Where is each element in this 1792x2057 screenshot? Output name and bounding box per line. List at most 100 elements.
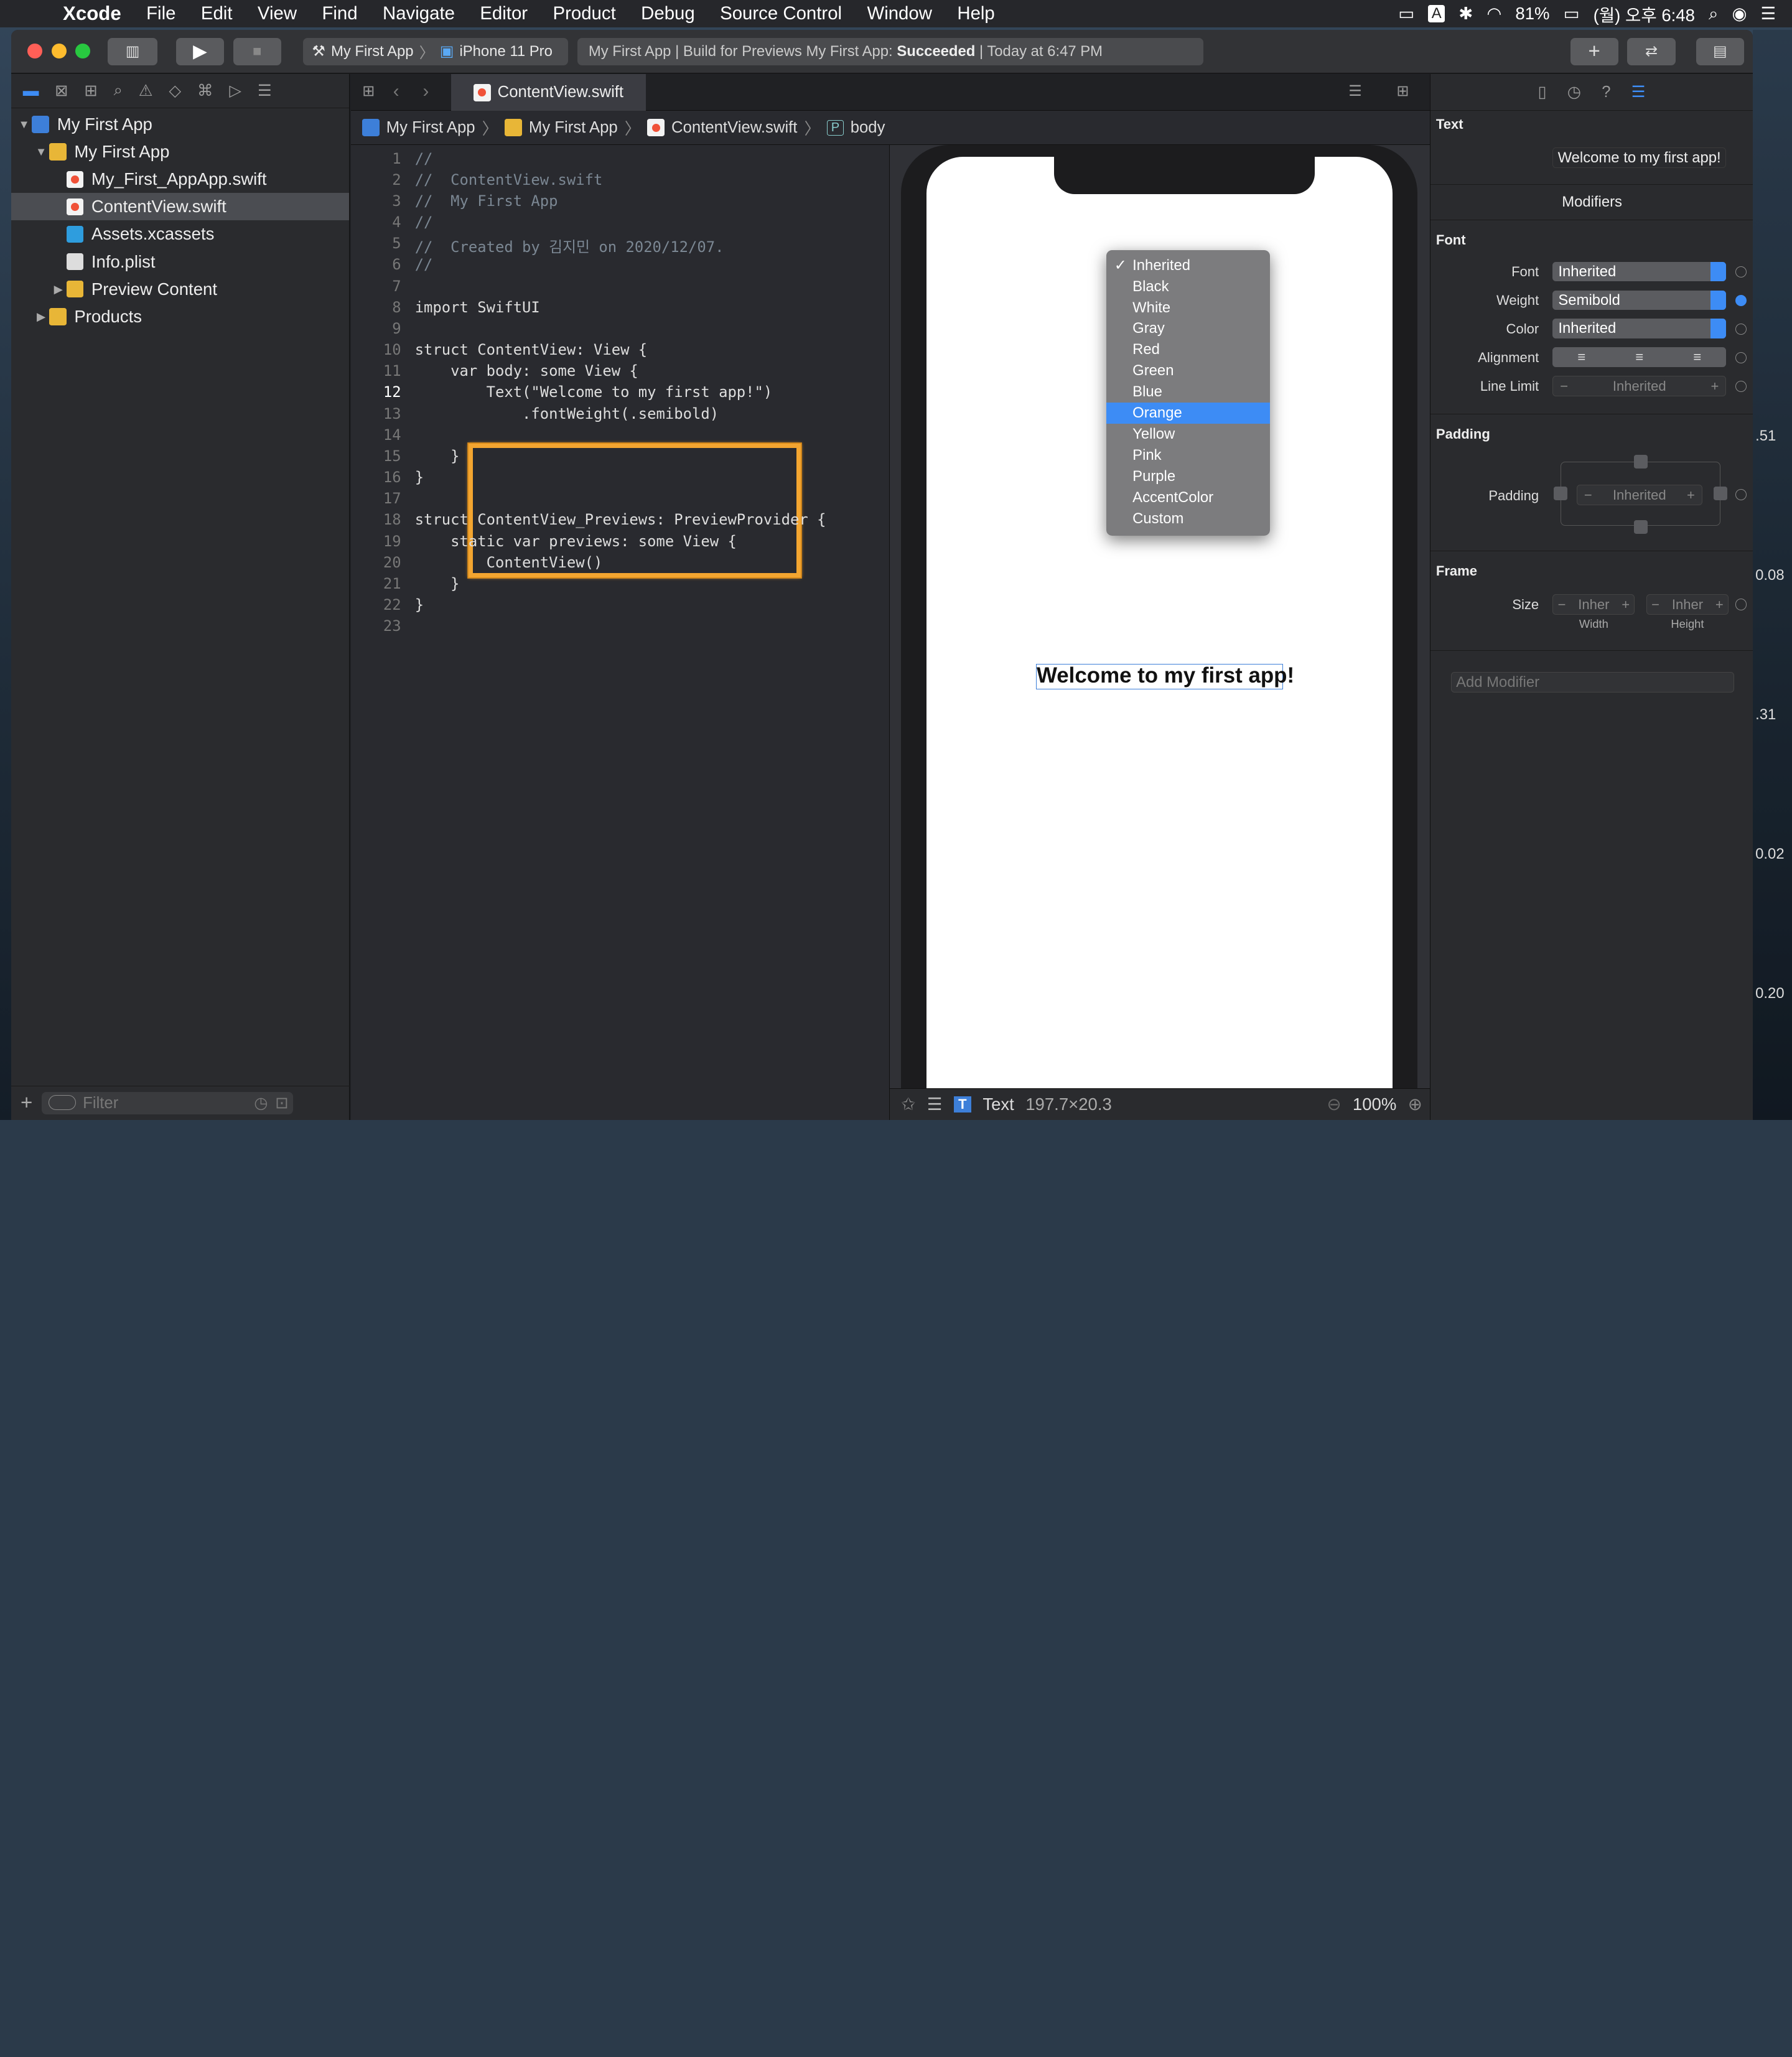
height-stepper[interactable]: − Inher + <box>1646 594 1729 615</box>
search-icon[interactable]: ⌕ <box>114 82 123 100</box>
bluetooth-icon[interactable]: ✱ <box>1458 4 1473 24</box>
code-line[interactable]: struct ContentView: View { <box>415 341 647 358</box>
color-menu-item-green[interactable]: Green <box>1106 360 1270 381</box>
text-content-field[interactable]: Welcome to my first app! <box>1552 147 1727 168</box>
notification-center-icon[interactable]: ☰ <box>1761 4 1776 24</box>
source-control-filter-icon[interactable]: ⊡ <box>275 1092 289 1115</box>
plus-icon[interactable]: + <box>1622 595 1630 614</box>
symbol-icon[interactable]: ⊞ <box>84 82 98 100</box>
source-editor[interactable]: 1 // 2 // ContentView.swift 3 // My First App… <box>351 145 888 1120</box>
code-line[interactable]: import SwiftUI <box>415 299 540 316</box>
spotlight-icon[interactable]: ⌕ <box>1709 4 1718 24</box>
filter-options-icon[interactable] <box>49 1095 77 1110</box>
scheme-selector[interactable]: ⚒ My First App 〉 ▣ iPhone 11 Pro <box>302 37 568 65</box>
padding-bottom-checkbox[interactable] <box>1633 520 1648 534</box>
airplay-icon[interactable]: ▭ <box>1398 4 1414 24</box>
code-line[interactable]: // ContentView.swift <box>415 171 603 189</box>
code-line[interactable]: var body: some View { <box>415 362 638 380</box>
color-menu-item-red[interactable]: Red <box>1106 339 1270 360</box>
color-modifier-toggle[interactable] <box>1735 323 1747 335</box>
width-stepper[interactable]: − Inher + <box>1552 594 1635 615</box>
file-inspector-icon[interactable]: ▯ <box>1538 83 1547 101</box>
navigator-filter-field[interactable]: Filter ◷ ⊡ <box>42 1091 294 1115</box>
minus-icon[interactable]: − <box>1651 595 1659 614</box>
padding-trailing-checkbox[interactable] <box>1714 487 1728 501</box>
back-icon[interactable]: ‹ <box>393 81 399 102</box>
padding-stepper[interactable]: − Inherited + <box>1576 484 1702 505</box>
color-menu-item-blue[interactable]: Blue <box>1106 381 1270 403</box>
minus-icon[interactable]: − <box>1560 376 1568 396</box>
history-inspector-icon[interactable]: ◷ <box>1567 83 1581 101</box>
color-menu-item-black[interactable]: Black <box>1106 276 1270 297</box>
settings-sliders-icon[interactable]: ☰ <box>927 1094 943 1114</box>
align-left-icon[interactable]: ≡ <box>1577 349 1585 365</box>
warning-icon[interactable]: ⚠ <box>139 82 153 100</box>
color-menu-item-accentcolor[interactable]: AccentColor <box>1106 487 1270 508</box>
plus-icon[interactable]: + <box>1687 485 1695 505</box>
color-menu-item-custom[interactable]: Custom <box>1106 508 1270 529</box>
alignment-segmented-control[interactable]: ≡ ≡ ≡ <box>1552 347 1727 367</box>
line-limit-stepper[interactable]: − Inherited + <box>1552 376 1727 397</box>
code-line[interactable]: } <box>415 469 424 486</box>
minus-icon[interactable]: − <box>1584 485 1592 505</box>
test-icon[interactable]: ◇ <box>169 82 181 100</box>
tree-item-group[interactable]: ▶ Preview Content <box>11 276 349 303</box>
frame-modifier-toggle[interactable] <box>1735 599 1747 610</box>
add-editor-icon[interactable]: ⊞ <box>1396 82 1409 100</box>
menu-editor[interactable]: Editor <box>467 3 540 24</box>
line-limit-modifier-toggle[interactable] <box>1735 380 1747 392</box>
menu-source-control[interactable]: Source Control <box>707 3 854 24</box>
minimize-window-button[interactable] <box>51 43 67 58</box>
padding-top-checkbox[interactable] <box>1633 454 1648 469</box>
input-source-icon[interactable]: A <box>1428 5 1445 23</box>
disclosure-open-icon[interactable]: ▼ <box>33 145 49 159</box>
tab-contentview-swift[interactable]: ContentView.swift <box>451 74 646 111</box>
tree-item-file[interactable]: Assets.xcassets <box>11 220 349 248</box>
menu-edit[interactable]: Edit <box>189 3 245 24</box>
color-menu-item-inherited[interactable]: ✓ Inherited <box>1106 255 1270 276</box>
color-menu-item-yellow[interactable]: Yellow <box>1106 424 1270 445</box>
color-menu-item-gray[interactable]: Gray <box>1106 318 1270 339</box>
code-line[interactable]: } <box>415 447 459 465</box>
code-line[interactable]: .fontWeight(.semibold) <box>415 405 719 422</box>
tree-item-group[interactable]: ▼ My First App <box>11 138 349 166</box>
code-line[interactable]: // Created by 김지민 on 2020/12/07. <box>415 235 724 256</box>
preview-text-label[interactable]: Welcome to my first app! <box>1036 664 1294 689</box>
alignment-modifier-toggle[interactable] <box>1735 352 1747 364</box>
padding-leading-checkbox[interactable] <box>1554 487 1568 501</box>
toggle-inspector-button[interactable]: ▤ <box>1696 37 1744 65</box>
plus-icon[interactable]: + <box>1715 595 1724 614</box>
disclosure-closed-icon[interactable]: ▶ <box>33 310 49 324</box>
code-line[interactable]: } <box>415 596 424 613</box>
tree-item-group[interactable]: ▶ Products <box>11 303 349 330</box>
code-line[interactable]: // My First App <box>415 192 558 210</box>
editor-options-icon[interactable]: ☰ <box>1348 82 1361 100</box>
close-window-button[interactable] <box>27 43 42 58</box>
menu-product[interactable]: Product <box>540 3 628 24</box>
menu-debug[interactable]: Debug <box>628 3 707 24</box>
breadcrumb-file[interactable]: ContentView.swift <box>671 119 797 137</box>
breadcrumb-project[interactable]: My First App <box>386 119 475 137</box>
plus-icon[interactable]: + <box>1711 376 1719 396</box>
code-review-button[interactable]: ⇄ <box>1627 37 1676 65</box>
folder-icon[interactable]: ▬ <box>23 82 39 100</box>
weight-modifier-toggle[interactable] <box>1735 294 1747 307</box>
add-modifier-field[interactable]: Add Modifier <box>1450 671 1735 693</box>
color-menu-item-pink[interactable]: Pink <box>1106 445 1270 466</box>
siri-icon[interactable]: ◉ <box>1732 4 1747 24</box>
disclosure-open-icon[interactable]: ▼ <box>16 118 32 131</box>
forward-icon[interactable]: › <box>423 81 429 102</box>
color-menu-item-orange[interactable]: Orange <box>1106 403 1270 424</box>
menu-file[interactable]: File <box>134 3 189 24</box>
toggle-navigator-button[interactable]: ▥ <box>107 37 158 65</box>
zoom-window-button[interactable] <box>75 43 91 58</box>
tree-item-file[interactable]: Info.plist <box>11 248 349 276</box>
breakpoint-icon[interactable]: ▷ <box>229 82 241 100</box>
font-popup[interactable]: Inherited <box>1552 261 1727 281</box>
tree-item-project[interactable]: ▼ My First App <box>11 111 349 138</box>
attributes-inspector-icon[interactable]: ☰ <box>1631 83 1646 101</box>
align-right-icon[interactable]: ≡ <box>1693 349 1701 365</box>
code-line[interactable]: Text("Welcome to my first app!") <box>415 383 773 401</box>
stop-button[interactable]: ■ <box>233 37 281 65</box>
code-line[interactable]: static var previews: some View { <box>415 533 737 550</box>
